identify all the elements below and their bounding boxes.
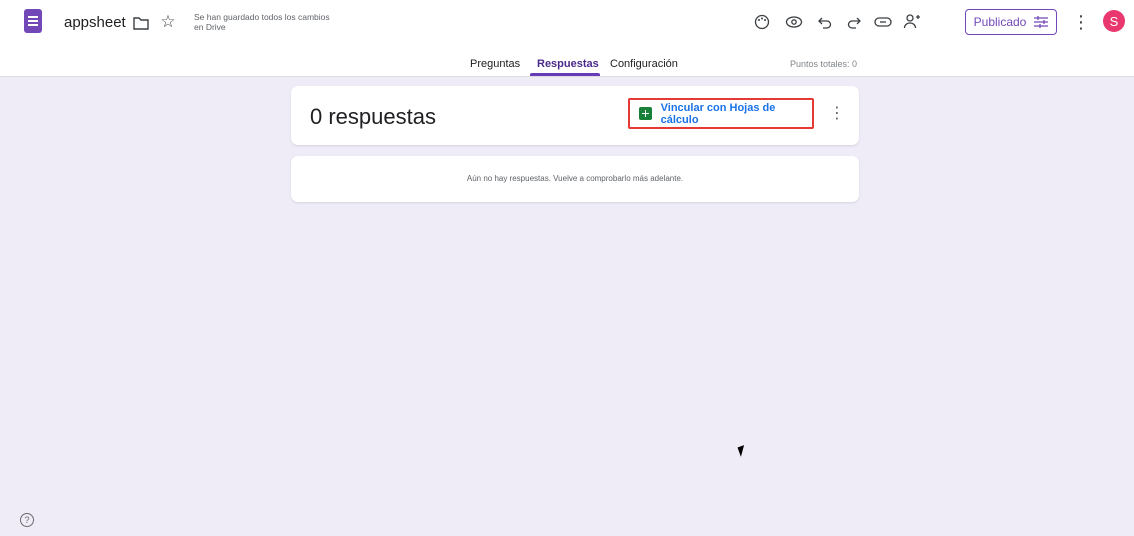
more-options-icon[interactable]: ⋮ bbox=[1070, 11, 1092, 33]
save-status: Se han guardado todos los cambios en Dri… bbox=[194, 12, 330, 32]
publish-label: Publicado bbox=[973, 15, 1027, 29]
link-sheets-label: Vincular con Hojas de cálculo bbox=[660, 101, 776, 126]
undo-icon[interactable] bbox=[814, 11, 836, 33]
top-app-bar: appsheet ☆ Se han guardado todos los cam… bbox=[0, 0, 1134, 46]
help-icon[interactable]: ? bbox=[20, 513, 34, 527]
responses-count-title: 0 respuestas bbox=[310, 104, 436, 129]
responses-more-icon[interactable]: ⋮ bbox=[829, 106, 845, 124]
document-title[interactable]: appsheet bbox=[64, 14, 126, 31]
active-tab-indicator bbox=[530, 73, 600, 76]
total-points: Puntos totales: 0 bbox=[790, 59, 858, 69]
palette-icon[interactable] bbox=[751, 11, 773, 33]
empty-state-message: Aún no hay respuestas. Vuelve a comproba… bbox=[466, 174, 684, 183]
redo-icon[interactable] bbox=[843, 11, 865, 33]
forms-logo-icon[interactable] bbox=[24, 9, 42, 33]
folder-icon[interactable] bbox=[130, 12, 152, 34]
empty-state-card: Aún no hay respuestas. Vuelve a comproba… bbox=[291, 156, 859, 202]
publish-settings-icon bbox=[1034, 16, 1049, 28]
tab-configuracion[interactable]: Configuración bbox=[610, 58, 678, 70]
tabs-bar: Preguntas Respuestas Configuración Punto… bbox=[0, 46, 1134, 77]
publish-button[interactable]: Publicado bbox=[965, 9, 1057, 35]
link-icon[interactable] bbox=[872, 11, 894, 33]
sheets-icon bbox=[639, 107, 652, 120]
add-collaborator-icon[interactable] bbox=[901, 10, 923, 32]
preview-eye-icon[interactable] bbox=[783, 11, 805, 33]
star-icon[interactable]: ☆ bbox=[157, 11, 179, 33]
link-sheets-button[interactable]: Vincular con Hojas de cálculo bbox=[628, 98, 814, 129]
tab-preguntas[interactable]: Preguntas bbox=[470, 58, 520, 70]
tab-respuestas[interactable]: Respuestas bbox=[537, 58, 599, 70]
mouse-cursor-icon bbox=[737, 445, 748, 457]
avatar[interactable]: S bbox=[1103, 10, 1125, 32]
